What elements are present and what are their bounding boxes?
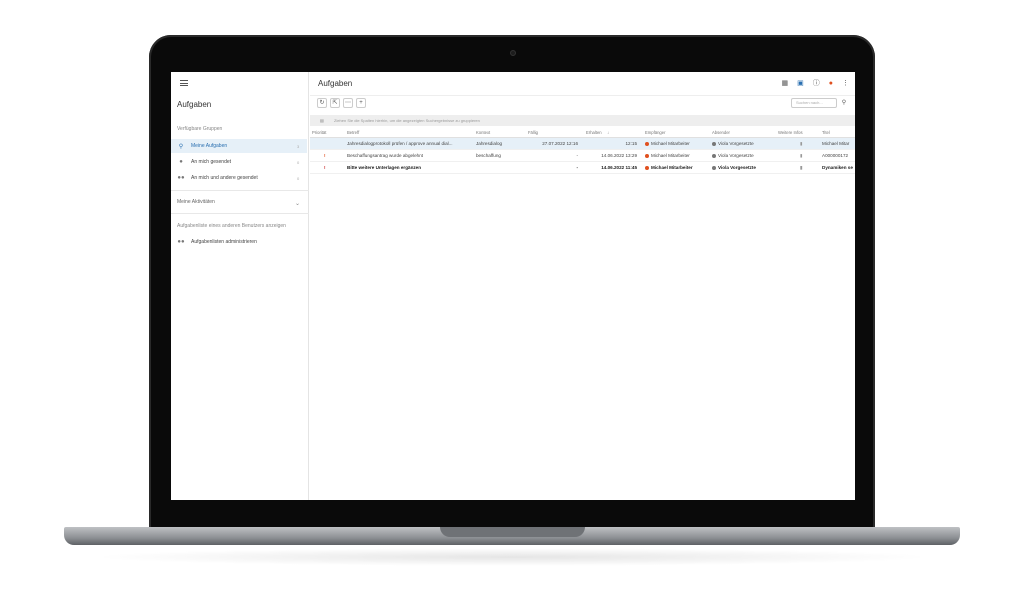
column-header-subject[interactable]: Betreff bbox=[347, 128, 472, 138]
cell-due: 27.07.2022 12:16 bbox=[542, 141, 578, 146]
top-bar: Aufgaben ▦ ▣ ⓘ ● ⋮ bbox=[310, 72, 855, 96]
person-icon: ● bbox=[179, 159, 183, 165]
sidebar-item-sent-to-me-and-others[interactable]: ●● An mich und andere gesendet 0 bbox=[171, 171, 307, 185]
item-count: 3 bbox=[297, 143, 300, 149]
refresh-icon[interactable]: ↻ bbox=[317, 98, 327, 108]
cell-title: A000000172 bbox=[822, 153, 849, 158]
add-icon[interactable]: + bbox=[356, 98, 366, 108]
user-icon bbox=[645, 165, 649, 170]
more-vertical-icon[interactable]: ⋮ bbox=[842, 79, 849, 87]
sidebar: Aufgaben Verfügbare Gruppen ⚲ Meine Aufg… bbox=[171, 72, 309, 500]
cell-title: Dynamiken se bbox=[822, 165, 853, 170]
sidebar-other-user-list[interactable]: Aufgabenliste eines anderen Benutzers an… bbox=[177, 223, 286, 229]
sort-down-icon[interactable]: ↓ bbox=[607, 128, 615, 138]
cell-sender: Viola Vorgesetzte bbox=[718, 141, 754, 146]
column-header-more-info[interactable]: Weitere Infos bbox=[778, 128, 814, 138]
group-by-bar[interactable]: ▤ Ziehen Sie die Spalten hierhin, um die… bbox=[310, 115, 855, 126]
people-icon: ●● bbox=[177, 175, 185, 181]
cell-sender: Viola Vorgesetzte bbox=[718, 153, 754, 158]
cell-due: - bbox=[576, 165, 578, 170]
people-icon: ●● bbox=[177, 239, 185, 245]
item-count: 0 bbox=[297, 159, 300, 165]
menu-icon[interactable] bbox=[180, 80, 188, 86]
laptop-shadow bbox=[90, 548, 934, 566]
cell-sender: Viola Vorgesetzte bbox=[718, 165, 756, 170]
table-row[interactable]: ! Bitte weitere Unterlagen ergänzen - 14… bbox=[310, 162, 855, 174]
cell-title: Michael Mitar bbox=[822, 141, 850, 146]
user-icon bbox=[645, 153, 649, 158]
cell-due: - bbox=[576, 153, 578, 158]
sidebar-divider bbox=[171, 213, 309, 214]
camera-icon bbox=[510, 50, 516, 56]
app-screen: Aufgaben Verfügbare Gruppen ⚲ Meine Aufg… bbox=[171, 72, 855, 500]
column-header-due[interactable]: Fällig bbox=[528, 128, 578, 138]
search-icon[interactable]: ⚲ bbox=[839, 98, 849, 108]
sidebar-item-admin-lists[interactable]: ●● Aufgabenlisten administrieren bbox=[171, 235, 307, 249]
cell-received: 14.06.2022 13:29 bbox=[601, 153, 637, 158]
laptop-notch bbox=[440, 527, 585, 537]
sidebar-activities[interactable]: Meine Aktivitäten bbox=[177, 199, 215, 205]
help-icon[interactable]: ⓘ bbox=[813, 78, 820, 88]
sidebar-item-my-tasks[interactable]: ⚲ Meine Aufgaben 3 bbox=[171, 139, 307, 153]
top-icons: ▦ ▣ ⓘ ● ⋮ bbox=[782, 78, 849, 88]
sidebar-section-groups: Verfügbare Gruppen bbox=[177, 126, 223, 132]
user-icon bbox=[645, 141, 649, 146]
column-header-title[interactable]: Titel bbox=[822, 128, 855, 138]
sidebar-item-sent-to-me[interactable]: ● An mich gesendet 0 bbox=[171, 155, 307, 169]
attachment-icon[interactable]: ▮ bbox=[800, 138, 810, 150]
gift-icon[interactable]: ▣ bbox=[797, 79, 804, 87]
cell-subject: Beschaffungsantrag wurde abgelehnt bbox=[347, 153, 424, 158]
table-row[interactable]: Jahresdialogprotokoll prüfen / approve a… bbox=[310, 138, 855, 150]
attachment-icon[interactable]: ▮ bbox=[800, 150, 810, 162]
cell-subject: Jahresdialogprotokoll prüfen / approve a… bbox=[347, 141, 453, 146]
page-title: Aufgaben bbox=[318, 79, 353, 88]
column-header-priority[interactable]: Priorität bbox=[312, 128, 342, 138]
chevron-down-icon[interactable]: ⌄ bbox=[295, 200, 300, 207]
more-horizontal-icon[interactable]: ⋯ bbox=[343, 98, 353, 108]
table-header: Priorität Betreff Kontext Fällig Erhalte… bbox=[310, 128, 855, 138]
main-panel: Aufgaben ▦ ▣ ⓘ ● ⋮ ↻ ⇱ ⋯ + Suchen nach..… bbox=[310, 72, 855, 500]
user-icon bbox=[712, 165, 716, 170]
apps-grid-icon[interactable]: ▦ bbox=[782, 79, 789, 87]
cell-received: 14.06.2022 11:45 bbox=[601, 165, 637, 170]
cell-received: 12:15 bbox=[625, 141, 638, 146]
user-icon bbox=[712, 141, 716, 146]
column-header-recipient[interactable]: Empfänger bbox=[645, 128, 707, 138]
cell-recipient: Michael Mitarbeiter bbox=[651, 153, 690, 158]
user-icon bbox=[712, 153, 716, 158]
toolbar: ↻ ⇱ ⋯ + Suchen nach... ⚲ bbox=[310, 96, 855, 112]
user-avatar-icon[interactable]: ● bbox=[829, 80, 833, 87]
cell-context: beschaffung bbox=[476, 153, 501, 158]
search-icon: ⚲ bbox=[178, 143, 184, 150]
task-table: Priorität Betreff Kontext Fällig Erhalte… bbox=[310, 128, 855, 174]
cell-subject: Bitte weitere Unterlagen ergänzen bbox=[347, 165, 422, 170]
priority-indicator: ! bbox=[324, 153, 326, 158]
attachment-icon[interactable]: ▮ bbox=[800, 162, 810, 174]
group-icon: ▤ bbox=[320, 118, 324, 123]
sidebar-title: Aufgaben bbox=[177, 100, 212, 109]
item-count: 0 bbox=[297, 175, 300, 181]
cell-recipient: Michael Mitarbeiter bbox=[651, 141, 690, 146]
cell-recipient: Michael Mitarbeiter bbox=[651, 165, 693, 170]
priority-indicator: ! bbox=[324, 165, 326, 170]
export-icon[interactable]: ⇱ bbox=[330, 98, 340, 108]
sidebar-divider bbox=[171, 190, 309, 191]
column-header-context[interactable]: Kontext bbox=[476, 128, 524, 138]
search-input[interactable]: Suchen nach... bbox=[791, 98, 837, 108]
column-header-sender[interactable]: Absender bbox=[712, 128, 774, 138]
cell-context: Jahresdialog bbox=[476, 141, 503, 146]
table-row[interactable]: ! Beschaffungsantrag wurde abgelehnt bes… bbox=[310, 150, 855, 162]
